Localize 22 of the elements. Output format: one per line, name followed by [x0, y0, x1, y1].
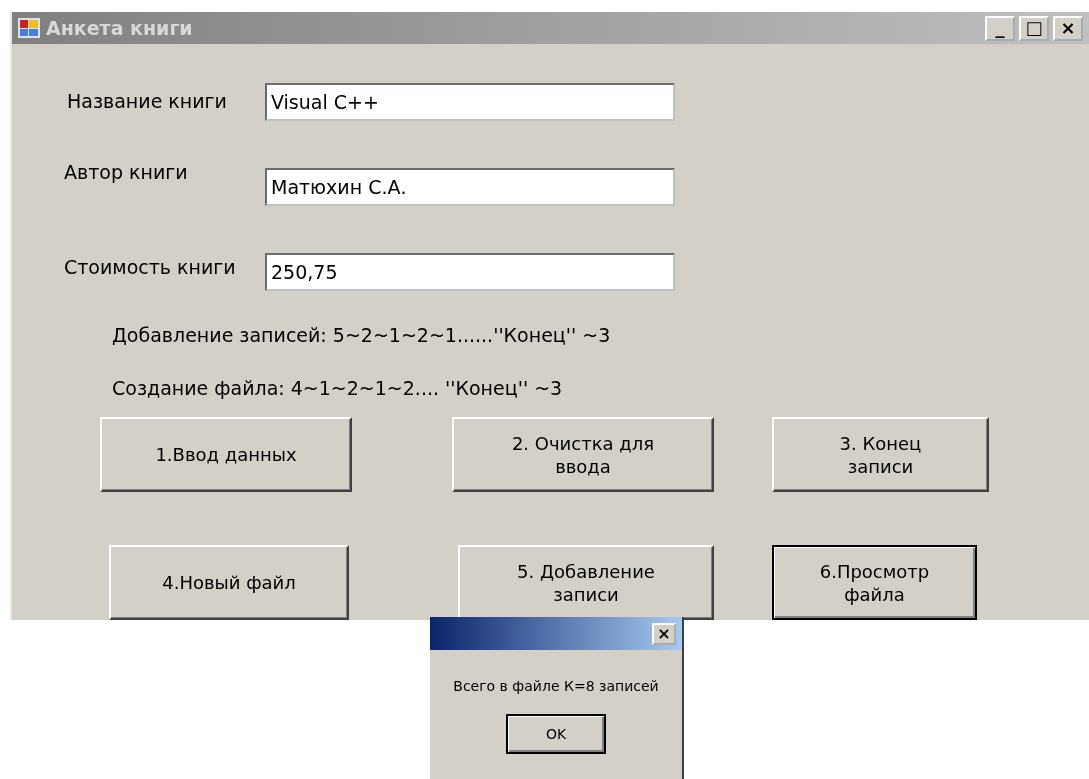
ok-button[interactable]: OK: [506, 714, 606, 754]
hint-text: Создание файла: 4~1~2~1~2.... ''Конец'' ~3: [112, 376, 563, 399]
hint-text: Добавление записей: 5~2~1~2~1......''Конец'' ~3: [112, 324, 611, 346]
action-button[interactable]: 6.Просмотр файла: [772, 545, 977, 620]
maximize-button[interactable]: □: [1019, 15, 1049, 41]
action-button[interactable]: 2. Очистка для ввода: [452, 417, 714, 492]
window-title: Анкета книги: [46, 15, 193, 41]
field-label: Стоимость книги: [63, 255, 237, 281]
action-button[interactable]: 3. Конец записи: [772, 417, 989, 492]
message-text: Всего в файле К=8 записей: [453, 678, 659, 694]
field-label: Автор книги: [63, 160, 189, 186]
app-icon: [18, 18, 40, 38]
close-button[interactable]: ×: [1053, 15, 1083, 41]
text-field[interactable]: 250,75: [265, 252, 675, 291]
text-field[interactable]: Матюхин С.А.: [265, 167, 675, 206]
minimize-button[interactable]: _: [985, 15, 1015, 41]
close-button[interactable]: ×: [652, 622, 676, 645]
action-button[interactable]: 4.Новый файл: [109, 545, 349, 620]
field-label: Название книги: [66, 89, 228, 115]
action-button[interactable]: 1.Ввод данных: [100, 417, 352, 492]
text-field[interactable]: Visual C++: [265, 82, 675, 121]
action-button[interactable]: 5. Добавление записи: [458, 545, 714, 620]
